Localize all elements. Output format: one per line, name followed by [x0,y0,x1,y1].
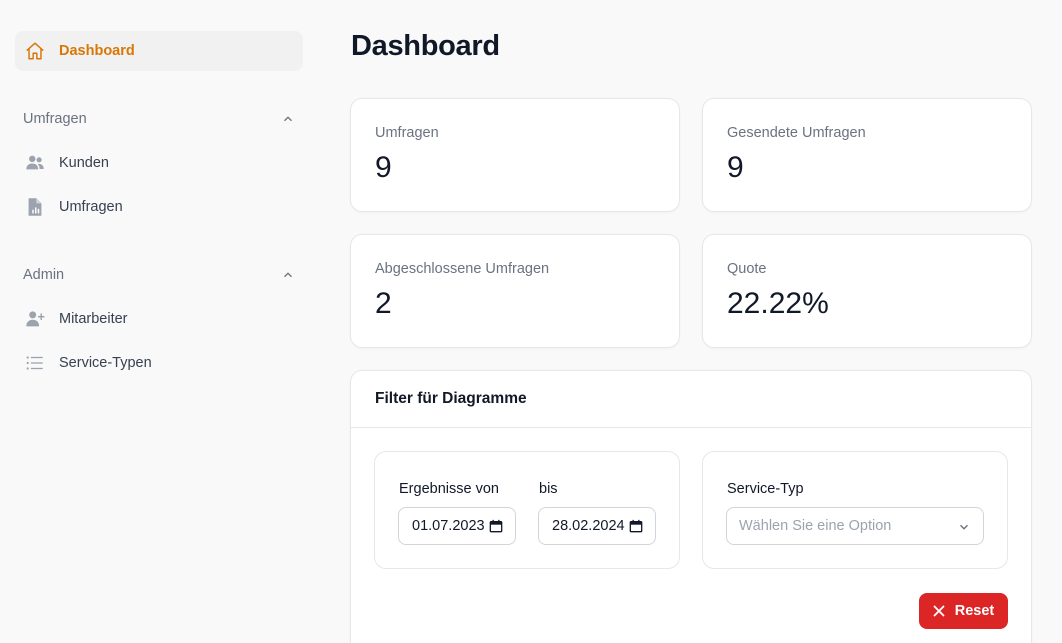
stat-value: 9 [375,151,392,184]
service-type-select[interactable]: Wählen Sie eine Option [726,507,984,545]
stat-card-umfragen: Umfragen 9 [350,98,680,212]
reset-label: Reset [954,603,995,619]
chevron-up-icon [284,116,292,122]
sidebar-item-label: Kunden [59,155,109,171]
stat-value: 9 [727,151,744,184]
stat-label: Quote [727,261,767,277]
service-type-placeholder: Wählen Sie eine Option [739,518,892,534]
sidebar-item-service-typen[interactable]: Service-Typen [15,343,303,383]
stat-value: 2 [375,287,392,320]
sidebar-item-label: Mitarbeiter [59,311,128,327]
service-type-panel: Service-Typ Wählen Sie eine Option [702,451,1008,569]
calendar-icon[interactable] [489,519,503,533]
stat-label: Umfragen [375,125,439,141]
date-to-input[interactable]: 28.02.2024 [538,507,656,545]
user-plus-icon [23,307,47,331]
filter-title: Filter für Diagramme [351,371,1031,428]
date-from-value: 01.07.2023 [412,518,485,534]
chevron-down-icon [960,524,968,530]
sidebar: Dashboard Umfragen Kunden Umfragen Admin… [0,0,318,643]
sidebar-group-label: Umfragen [23,111,87,127]
sidebar-item-label: Dashboard [59,43,135,59]
date-from-input[interactable]: 01.07.2023 [398,507,516,545]
sidebar-item-label: Umfragen [59,199,123,215]
stat-card-quote: Quote 22.22% [702,234,1032,348]
document-chart-icon [23,195,47,219]
sidebar-group-label: Admin [23,267,65,283]
users-icon [23,151,47,175]
date-to-value: 28.02.2024 [552,518,625,534]
close-icon [933,605,945,617]
stat-card-abgeschlossene: Abgeschlossene Umfragen 2 [350,234,680,348]
stat-label: Gesendete Umfragen [727,125,866,141]
reset-button[interactable]: Reset [919,593,1008,629]
sidebar-item-label: Service-Typen [59,355,152,371]
to-label: bis [539,481,558,497]
stat-value: 22.22% [727,287,829,320]
stat-card-gesendete: Gesendete Umfragen 9 [702,98,1032,212]
service-type-label: Service-Typ [727,481,804,497]
sidebar-group-admin[interactable]: Admin [23,263,295,287]
chevron-up-icon [284,272,292,278]
page-title: Dashboard [351,30,500,62]
from-label: Ergebnisse von [399,481,499,497]
app: Dashboard Umfragen Kunden Umfragen Admin… [0,0,1062,643]
filter-card: Filter für Diagramme Ergebnisse von bis … [350,370,1032,643]
home-icon [23,39,47,63]
sidebar-item-dashboard[interactable]: Dashboard [15,31,303,71]
sidebar-group-umfragen[interactable]: Umfragen [23,107,295,131]
list-icon [23,351,47,375]
sidebar-item-umfragen[interactable]: Umfragen [15,187,303,227]
stat-label: Abgeschlossene Umfragen [375,261,550,277]
calendar-icon[interactable] [629,519,643,533]
sidebar-item-mitarbeiter[interactable]: Mitarbeiter [15,299,303,339]
date-range-panel: Ergebnisse von bis 01.07.2023 28.02.2024 [374,451,680,569]
sidebar-item-kunden[interactable]: Kunden [15,143,303,183]
